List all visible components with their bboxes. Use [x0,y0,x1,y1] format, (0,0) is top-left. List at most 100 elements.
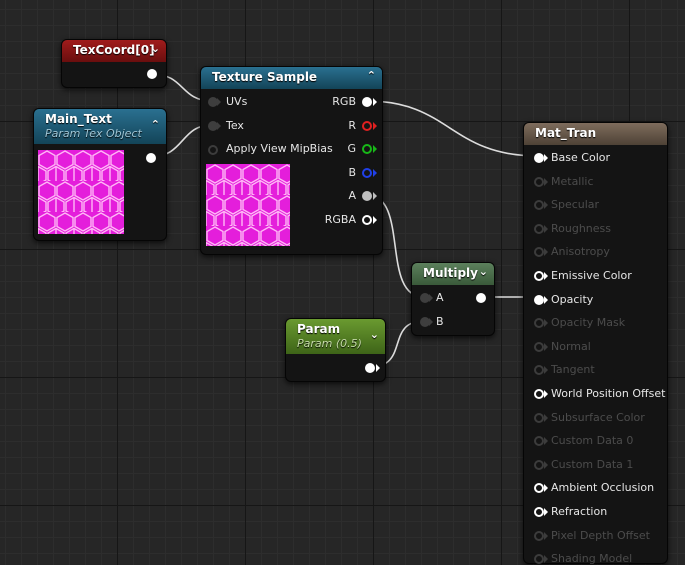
specular-arrow-icon [544,201,548,210]
roughness-label: Roughness [551,221,612,235]
texture-preview-image [38,150,124,234]
rgb-output-arrow-icon [373,98,377,106]
param-node-title: Param [297,322,341,336]
base-color-arrow-icon [544,154,548,162]
param-output-pin[interactable] [365,363,375,373]
roughness-arrow-icon [544,224,548,233]
rgba-output-label: RGBA [324,213,356,226]
pixel-depth-offset-input-pin[interactable] [534,530,544,541]
g-output-label: G [347,142,356,155]
tangent-label: Tangent [551,363,595,377]
b-output-pin[interactable] [362,168,372,178]
roughness-input-pin[interactable] [534,223,544,234]
main-text-node-header[interactable]: Main_Text Param Tex Object ⌃ [34,109,166,144]
mipbias-input-pin[interactable] [208,145,218,155]
subsurface-color-arrow-icon [544,413,548,422]
specular-input-pin[interactable] [534,200,544,211]
multiply-a-label: A [436,291,444,304]
normal-input-pin[interactable] [534,341,544,352]
chevron-down-icon[interactable]: ⌄ [479,265,488,278]
r-output-pin[interactable] [362,121,372,131]
refraction-input-pin[interactable] [534,507,544,517]
world-position-offset-arrow-icon [544,390,548,398]
anisotropy-input-pin[interactable] [534,247,544,258]
opacity-input-pin[interactable] [534,294,544,305]
r-output-arrow-icon [373,122,377,130]
normal-label: Normal [551,339,591,353]
world-position-offset-input-pin[interactable] [534,389,544,399]
custom-data-1-input-pin[interactable] [534,459,544,470]
anisotropy-label: Anisotropy [551,245,610,259]
multiply-node-header[interactable]: Multiply ⌄ [412,263,494,285]
rgba-output-arrow-icon [373,216,377,224]
texcoord-output-pin[interactable] [147,69,157,79]
texcoord-node-header[interactable]: TexCoord[0] ⌄ [62,40,166,62]
emissive-color-input-pin[interactable] [534,271,544,281]
custom-data-0-input-pin[interactable] [534,436,544,447]
g-output-pin[interactable] [362,144,372,154]
pixel-depth-offset-arrow-icon [544,531,548,540]
texture-sample-node-title: Texture Sample [212,70,318,84]
multiply-output-pin[interactable] [476,293,486,303]
b-output-arrow-icon [373,169,377,177]
multiply-node-title: Multiply [423,266,478,280]
rgba-output-pin[interactable] [362,215,372,225]
chevron-down-icon[interactable]: ⌄ [151,42,160,55]
emissive-color-label: Emissive Color [551,269,632,282]
subsurface-color-input-pin[interactable] [534,412,544,423]
specular-label: Specular [551,198,600,212]
ambient-occlusion-input-pin[interactable] [534,483,544,494]
opacity-mask-label: Opacity Mask [551,316,626,330]
b-output-label: B [348,166,356,179]
texture-sample-node[interactable]: Texture Sample ⌃ UVs Tex Apply View MipB… [200,66,383,255]
custom-data-1-arrow-icon [544,460,548,469]
texture-sample-node-header[interactable]: Texture Sample ⌃ [201,67,382,89]
material-result-node[interactable]: Mat_Tran Base Color Metallic Specular Rough… [523,122,668,565]
ambient-occlusion-label: Ambient Occlusion [551,481,655,495]
a-output-pin[interactable] [362,191,372,201]
material-result-node-header[interactable]: Mat_Tran [524,123,667,145]
opacity-mask-input-pin[interactable] [534,318,544,329]
shading-model-arrow-icon [544,555,548,564]
opacity-label: Opacity [551,292,594,306]
metallic-arrow-icon [544,177,548,186]
mipbias-input-label: Apply View MipBias [226,142,333,155]
refraction-label: Refraction [551,505,608,518]
texcoord-node-title: TexCoord[0] [73,43,155,57]
g-output-arrow-icon [373,145,377,153]
r-output-label: R [348,119,356,132]
custom-data-0-label: Custom Data 0 [551,434,634,448]
ambient-occlusion-arrow-icon [544,484,548,493]
param-output-arrow-icon [376,364,380,372]
uvs-input-arrow-icon [217,98,221,106]
rgb-output-pin[interactable] [362,97,372,107]
world-position-offset-label: World Position Offset [551,387,666,400]
main-text-node[interactable]: Main_Text Param Tex Object ⌃ [33,108,167,241]
texcoord-node[interactable]: TexCoord[0] ⌄ [61,39,167,88]
custom-data-0-arrow-icon [544,437,548,446]
anisotropy-arrow-icon [544,248,548,257]
chevron-up-icon[interactable]: ⌃ [367,69,376,82]
main-text-node-subtitle: Param Tex Object [45,127,142,140]
base-color-input-pin[interactable] [534,153,544,163]
pixel-depth-offset-label: Pixel Depth Offset [551,528,650,542]
chevron-up-icon[interactable]: ⌃ [151,118,160,131]
metallic-input-pin[interactable] [534,176,544,187]
main-text-node-title: Main_Text [45,112,112,126]
main-text-output-pin[interactable] [146,153,156,163]
custom-data-1-label: Custom Data 1 [551,457,634,471]
tangent-arrow-icon [544,366,548,375]
shading-model-input-pin[interactable] [534,554,544,565]
param-node[interactable]: Param Param (0.5) ⌄ [285,318,386,382]
normal-arrow-icon [544,342,548,351]
opacity-arrow-icon [544,295,548,304]
chevron-down-icon[interactable]: ⌄ [370,328,379,341]
base-color-label: Base Color [551,151,611,164]
opacity-mask-arrow-icon [544,319,548,328]
param-node-header[interactable]: Param Param (0.5) ⌄ [286,319,385,354]
tangent-input-pin[interactable] [534,365,544,376]
a-output-arrow-icon [373,192,377,200]
multiply-b-label: B [436,315,444,328]
tex-input-label: Tex [226,119,244,132]
multiply-node[interactable]: Multiply ⌄ A B [411,262,495,336]
